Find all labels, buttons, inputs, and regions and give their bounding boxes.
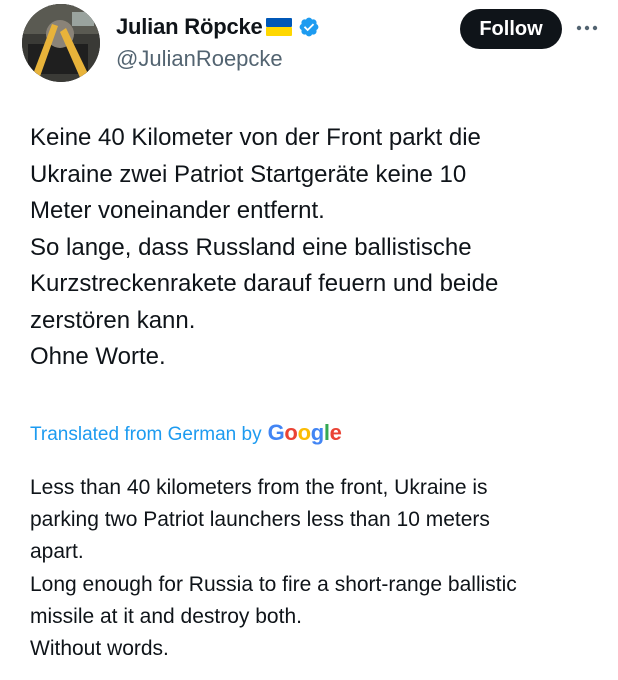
google-logo: Google — [267, 420, 342, 445]
translated-line: apart. — [30, 540, 84, 564]
original-line: Kurzstreckenrakete darauf feuern und bei… — [30, 270, 499, 297]
translated-line: Long enough for Russia to fire a short-r… — [30, 572, 517, 596]
original-line: Keine 40 Kilometer von der Front parkt d… — [30, 124, 481, 151]
translation-credit-label[interactable]: Translated from German by — [30, 424, 262, 446]
ukraine-flag-icon — [265, 18, 292, 36]
more-options-icon[interactable] — [572, 16, 602, 40]
display-name[interactable]: Julian Röpcke — [116, 14, 263, 40]
original-line: So lange, dass Russland eine ballistisch… — [30, 233, 472, 261]
translated-line: missile at it and destroy both. — [30, 604, 302, 628]
translated-line: Without words. — [30, 637, 169, 661]
verified-badge-icon[interactable] — [298, 16, 320, 38]
tweet-translated-text: Less than 40 kilometers from the front, … — [30, 472, 605, 665]
original-line: zerstören kann. — [30, 306, 196, 334]
tweet-card: Julian Röpcke @JulianRoepcke Follow Kein… — [0, 0, 618, 680]
tweet-original-text: Keine 40 Kilometer von der Front parkt d… — [30, 120, 600, 376]
avatar[interactable] — [22, 4, 100, 82]
translated-line: parking two Patriot launchers less than … — [30, 508, 490, 532]
translated-line: Less than 40 kilometers from the front, … — [30, 476, 488, 499]
follow-button[interactable]: Follow — [460, 9, 562, 49]
original-line: Ukraine zwei Patriot Startgeräte keine 1… — [30, 160, 467, 188]
translation-credit[interactable]: Translated from German by Google — [30, 420, 342, 446]
author-name-row[interactable]: Julian Röpcke — [116, 12, 320, 42]
avatar-image — [22, 4, 100, 82]
original-line: Meter voneinander entfernt. — [30, 197, 325, 224]
original-line: Ohne Worte. — [30, 343, 166, 370]
author-handle[interactable]: @JulianRoepcke — [116, 46, 283, 72]
